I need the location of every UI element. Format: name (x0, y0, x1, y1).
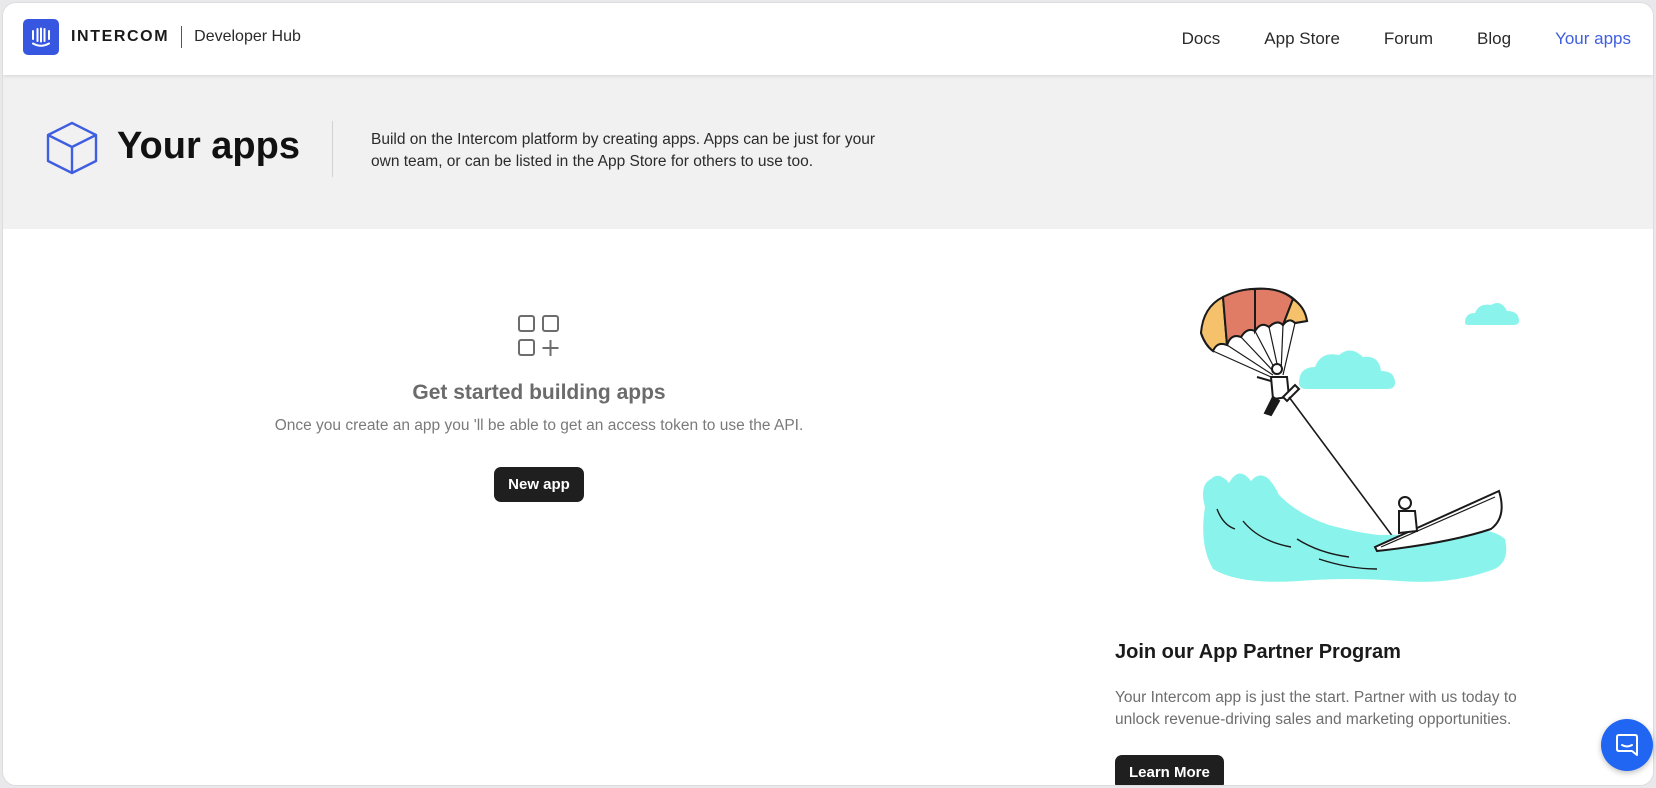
browser-frame: INTERCOM Developer Hub Docs App Store Fo… (2, 2, 1654, 786)
top-navigation: INTERCOM Developer Hub Docs App Store Fo… (3, 3, 1653, 75)
brand[interactable]: INTERCOM Developer Hub (23, 19, 301, 55)
empty-state-title: Get started building apps (412, 381, 666, 404)
chat-bubble-icon (1616, 734, 1638, 756)
promo-description: Your Intercom app is just the start. Par… (1115, 689, 1517, 728)
page-hero: Your apps Build on the Intercom platform… (3, 75, 1653, 229)
parasailing-illustration (1199, 287, 1519, 582)
main-nav: Docs App Store Forum Blog Your apps (1138, 3, 1631, 75)
hero-divider (332, 121, 333, 177)
nav-forum[interactable]: Forum (1384, 29, 1433, 49)
brand-subtitle: Developer Hub (194, 28, 301, 45)
empty-state-description: Once you create an app you 'll be able t… (274, 417, 804, 434)
nav-app-store[interactable]: App Store (1264, 29, 1340, 49)
page-description: Build on the Intercom platform by creati… (371, 131, 876, 170)
cloud-shapes (1299, 303, 1519, 389)
brand-name: INTERCOM (71, 28, 170, 45)
empty-state: Get started building apps Once you creat… (203, 313, 875, 502)
new-app-button[interactable]: New app (494, 467, 584, 502)
chat-launcher-button[interactable] (1601, 719, 1653, 771)
learn-more-button[interactable]: Learn More (1115, 755, 1224, 785)
promo-title: Join our App Partner Program (1115, 641, 1401, 663)
brand-separator (181, 26, 183, 48)
nav-blog[interactable]: Blog (1477, 29, 1511, 49)
cube-icon (46, 121, 98, 175)
page-title: Your apps (117, 125, 300, 167)
nav-your-apps[interactable]: Your apps (1555, 29, 1631, 49)
intercom-logo-icon (23, 19, 59, 55)
apps-grid-plus-icon (518, 315, 559, 356)
nav-docs[interactable]: Docs (1182, 29, 1221, 49)
